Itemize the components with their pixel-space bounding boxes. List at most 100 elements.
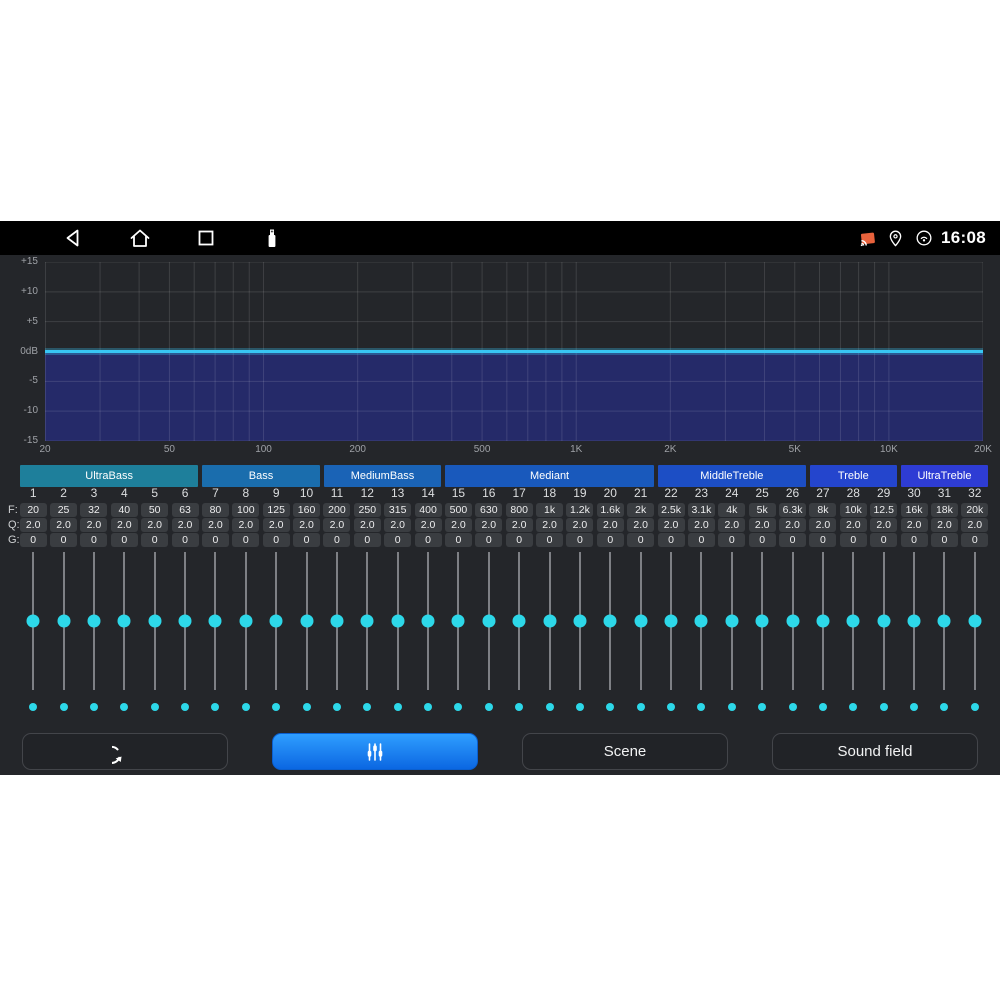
gain-slider-track[interactable] — [184, 552, 186, 690]
band-q-value[interactable]: 2.0 — [779, 518, 806, 532]
gain-slider-track[interactable] — [609, 552, 611, 690]
band-q-value[interactable]: 2.0 — [20, 518, 47, 532]
band-group-header[interactable]: MediumBass — [324, 465, 442, 487]
gain-slider-knob[interactable] — [482, 615, 495, 628]
band-q-value[interactable]: 2.0 — [506, 518, 533, 532]
gain-slider-track[interactable] — [488, 552, 490, 690]
band-frequency-value[interactable]: 3.1k — [688, 503, 715, 517]
recents-icon[interactable] — [194, 226, 218, 250]
equalizer-button[interactable] — [272, 733, 478, 770]
band-frequency-value[interactable]: 250 — [354, 503, 381, 517]
band-frequency-value[interactable]: 1k — [536, 503, 563, 517]
band-q-value[interactable]: 2.0 — [627, 518, 654, 532]
band-frequency-value[interactable]: 630 — [475, 503, 502, 517]
gain-slider-knob[interactable] — [300, 615, 313, 628]
gain-slider-track[interactable] — [275, 552, 277, 690]
band-frequency-value[interactable]: 315 — [384, 503, 411, 517]
gain-slider-track[interactable] — [640, 552, 642, 690]
gain-slider-track[interactable] — [883, 552, 885, 690]
gain-slider-track[interactable] — [852, 552, 854, 690]
gain-slider-knob[interactable] — [695, 615, 708, 628]
gain-slider-knob[interactable] — [239, 615, 252, 628]
band-gain-value[interactable]: 0 — [20, 533, 47, 547]
band-group-header[interactable]: UltraTreble — [901, 465, 988, 487]
gain-slider-knob[interactable] — [179, 615, 192, 628]
gain-slider-knob[interactable] — [786, 615, 799, 628]
band-frequency-value[interactable]: 63 — [172, 503, 199, 517]
gain-slider-knob[interactable] — [573, 615, 586, 628]
band-q-value[interactable]: 2.0 — [172, 518, 199, 532]
band-gain-value[interactable]: 0 — [536, 533, 563, 547]
band-q-value[interactable]: 2.0 — [536, 518, 563, 532]
band-frequency-value[interactable]: 4k — [718, 503, 745, 517]
band-gain-value[interactable]: 0 — [627, 533, 654, 547]
band-q-value[interactable]: 2.0 — [931, 518, 958, 532]
band-q-value[interactable]: 2.0 — [354, 518, 381, 532]
gain-slider-knob[interactable] — [938, 615, 951, 628]
back-icon[interactable] — [62, 226, 86, 250]
band-frequency-value[interactable]: 6.3k — [779, 503, 806, 517]
gain-slider-knob[interactable] — [452, 615, 465, 628]
band-gain-value[interactable]: 0 — [779, 533, 806, 547]
band-gain-value[interactable]: 0 — [840, 533, 867, 547]
band-q-value[interactable]: 2.0 — [718, 518, 745, 532]
band-frequency-value[interactable]: 1.6k — [597, 503, 624, 517]
band-q-value[interactable]: 2.0 — [50, 518, 77, 532]
band-frequency-value[interactable]: 160 — [293, 503, 320, 517]
band-q-value[interactable]: 2.0 — [658, 518, 685, 532]
gain-slider-track[interactable] — [792, 552, 794, 690]
band-gain-value[interactable]: 0 — [80, 533, 107, 547]
gain-slider-track[interactable] — [700, 552, 702, 690]
gain-slider-knob[interactable] — [391, 615, 404, 628]
band-q-value[interactable]: 2.0 — [415, 518, 442, 532]
band-group-header[interactable]: Treble — [810, 465, 897, 487]
gain-slider-track[interactable] — [123, 552, 125, 690]
gain-slider-track[interactable] — [549, 552, 551, 690]
band-gain-value[interactable]: 0 — [415, 533, 442, 547]
gain-slider-track[interactable] — [245, 552, 247, 690]
band-frequency-value[interactable]: 1.2k — [566, 503, 593, 517]
gain-slider-knob[interactable] — [330, 615, 343, 628]
gain-slider-track[interactable] — [427, 552, 429, 690]
gain-slider-knob[interactable] — [847, 615, 860, 628]
band-frequency-value[interactable]: 500 — [445, 503, 472, 517]
gain-slider-track[interactable] — [670, 552, 672, 690]
gain-slider-knob[interactable] — [968, 615, 981, 628]
band-q-value[interactable]: 2.0 — [809, 518, 836, 532]
gain-slider-knob[interactable] — [118, 615, 131, 628]
band-frequency-value[interactable]: 8k — [809, 503, 836, 517]
scene-button[interactable]: Scene — [522, 733, 728, 770]
band-q-value[interactable]: 2.0 — [141, 518, 168, 532]
band-gain-value[interactable]: 0 — [749, 533, 776, 547]
gain-slider-track[interactable] — [457, 552, 459, 690]
band-gain-value[interactable]: 0 — [901, 533, 928, 547]
band-q-value[interactable]: 2.0 — [111, 518, 138, 532]
band-group-header[interactable]: Bass — [202, 465, 320, 487]
band-q-value[interactable]: 2.0 — [232, 518, 259, 532]
band-frequency-value[interactable]: 25 — [50, 503, 77, 517]
home-icon[interactable] — [128, 226, 152, 250]
band-q-value[interactable]: 2.0 — [445, 518, 472, 532]
band-q-value[interactable]: 2.0 — [202, 518, 229, 532]
band-gain-value[interactable]: 0 — [870, 533, 897, 547]
band-gain-value[interactable]: 0 — [293, 533, 320, 547]
band-q-value[interactable]: 2.0 — [961, 518, 988, 532]
band-frequency-value[interactable]: 5k — [749, 503, 776, 517]
band-frequency-value[interactable]: 18k — [931, 503, 958, 517]
band-frequency-value[interactable]: 800 — [506, 503, 533, 517]
band-group-header[interactable]: MiddleTreble — [658, 465, 806, 487]
gain-slider-knob[interactable] — [209, 615, 222, 628]
band-gain-value[interactable]: 0 — [658, 533, 685, 547]
gain-slider-knob[interactable] — [27, 615, 40, 628]
band-frequency-value[interactable]: 16k — [901, 503, 928, 517]
gain-slider-track[interactable] — [397, 552, 399, 690]
band-q-value[interactable]: 2.0 — [323, 518, 350, 532]
band-q-value[interactable]: 2.0 — [263, 518, 290, 532]
gain-slider-track[interactable] — [336, 552, 338, 690]
band-gain-value[interactable]: 0 — [931, 533, 958, 547]
gain-slider-knob[interactable] — [361, 615, 374, 628]
gain-slider-knob[interactable] — [756, 615, 769, 628]
band-frequency-value[interactable]: 50 — [141, 503, 168, 517]
band-gain-value[interactable]: 0 — [141, 533, 168, 547]
band-gain-value[interactable]: 0 — [384, 533, 411, 547]
